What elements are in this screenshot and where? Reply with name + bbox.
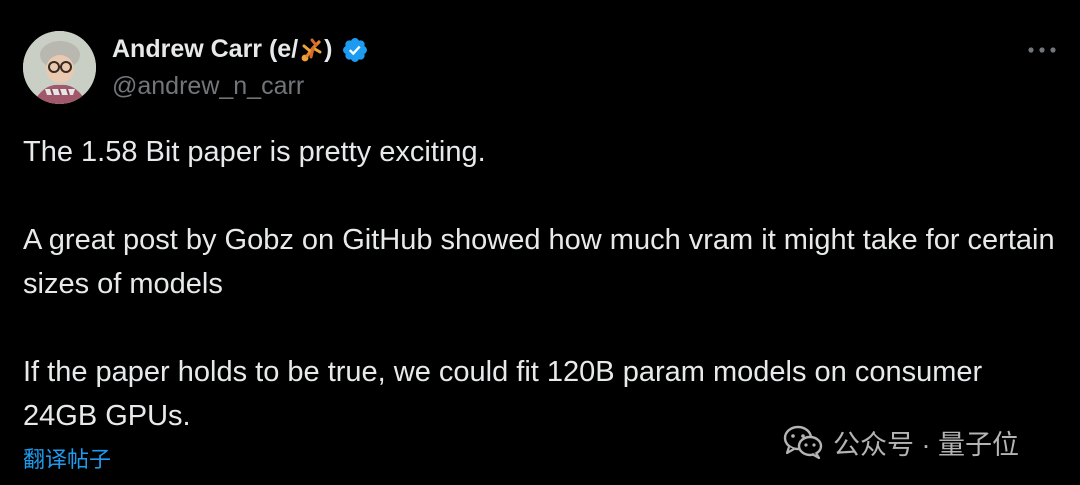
tweet-card: Andrew Carr (e/ ) @andrew_n_carr The 1.5… [0, 0, 1080, 485]
avatar[interactable] [23, 31, 96, 104]
display-name[interactable]: Andrew Carr (e/ ) [112, 35, 333, 64]
translate-post-link[interactable]: 翻译帖子 [23, 442, 111, 474]
tweet-paragraph: A great post by Gobz on GitHub showed ho… [23, 224, 1055, 300]
more-dots-icon [1027, 41, 1057, 59]
author-handle[interactable]: @andrew_n_carr [112, 72, 304, 101]
display-name-text: Andrew Carr (e/ [112, 35, 299, 64]
author-name-row: Andrew Carr (e/ ) [112, 33, 369, 67]
verified-badge-icon [341, 36, 369, 64]
display-name-close: ) [324, 35, 333, 64]
watermark-text: 公众号 · 量子位 [833, 429, 1019, 460]
wechat-icon [783, 425, 823, 459]
watermark: 公众号 · 量子位 [783, 424, 1019, 460]
more-options-button[interactable] [1024, 36, 1060, 64]
tweet-text: The 1.58 Bit paper is pretty exciting. A… [23, 130, 1063, 438]
person-doing-cartwheel-icon [298, 37, 324, 65]
tweet-paragraph: The 1.58 Bit paper is pretty exciting. [23, 136, 486, 168]
